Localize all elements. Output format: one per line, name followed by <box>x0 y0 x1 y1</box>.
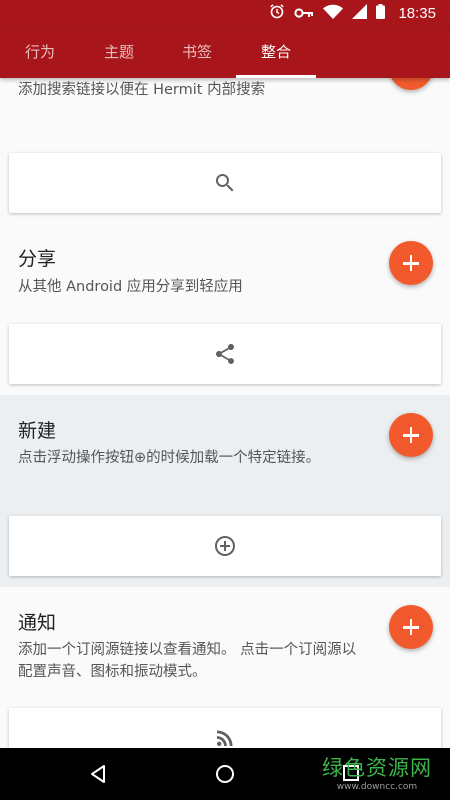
search-card[interactable] <box>9 153 441 213</box>
watermark-main: 绿色资源网 <box>322 756 432 780</box>
share-icon <box>216 344 234 364</box>
section-search: 搜索 添加搜索链接以便在 Hermit 内部搜索 <box>0 78 450 223</box>
wifi-icon <box>323 4 344 23</box>
tab-theme[interactable]: 主题 <box>79 26 159 78</box>
section-title: 分享 <box>18 248 57 270</box>
status-bar: 18:35 <box>0 0 450 26</box>
back-icon[interactable] <box>88 764 108 784</box>
status-time: 18:35 <box>398 4 436 22</box>
alarm-icon <box>269 3 285 23</box>
watermark: 绿色资源网 www.downcc.com <box>322 752 432 792</box>
tab-integration[interactable]: 整合 <box>236 26 316 78</box>
add-search-fab[interactable] <box>389 78 433 90</box>
rss-feed-icon <box>217 730 233 746</box>
search-icon <box>216 174 234 192</box>
section-new: 新建 点击浮动操作按钮⊕的时候加载一个特定链接。 <box>0 395 450 587</box>
section-title: 新建 <box>18 420 57 442</box>
section-share: 分享 从其他 Android 应用分享到轻应用 <box>0 223 450 395</box>
watermark-sub: www.downcc.com <box>336 782 418 792</box>
section-title: 通知 <box>18 612 57 634</box>
active-tab-indicator <box>236 75 316 78</box>
tab-bookmarks[interactable]: 书签 <box>157 26 237 78</box>
add-circle-icon <box>215 536 235 556</box>
home-icon[interactable] <box>215 764 235 784</box>
new-card[interactable] <box>9 516 441 576</box>
section-description: 添加搜索链接以便在 Hermit 内部搜索 <box>18 82 266 98</box>
share-card[interactable] <box>9 324 441 384</box>
vpn-key-icon <box>294 4 314 23</box>
settings-list[interactable]: 搜索 添加搜索链接以便在 Hermit 内部搜索 分享 从其他 Android … <box>0 78 450 748</box>
notification-card[interactable] <box>9 708 441 748</box>
battery-icon <box>376 3 386 23</box>
section-description: 添加一个订阅源链接以查看通知。 点击一个订阅源以配置声音、图标和振动模式。 <box>18 642 357 680</box>
signal-icon <box>352 3 368 23</box>
section-description: 从其他 Android 应用分享到轻应用 <box>18 279 243 295</box>
section-notification: 通知 添加一个订阅源链接以查看通知。 点击一个订阅源以配置声音、图标和振动模式。 <box>0 587 450 748</box>
add-notification-fab[interactable] <box>389 605 433 649</box>
add-new-fab[interactable] <box>389 413 433 457</box>
section-description: 点击浮动操作按钮⊕的时候加载一个特定链接。 <box>18 450 321 466</box>
add-share-fab[interactable] <box>389 241 433 285</box>
tab-bar: 行为 主题 书签 整合 <box>0 26 450 78</box>
tab-behavior[interactable]: 行为 <box>0 26 80 78</box>
